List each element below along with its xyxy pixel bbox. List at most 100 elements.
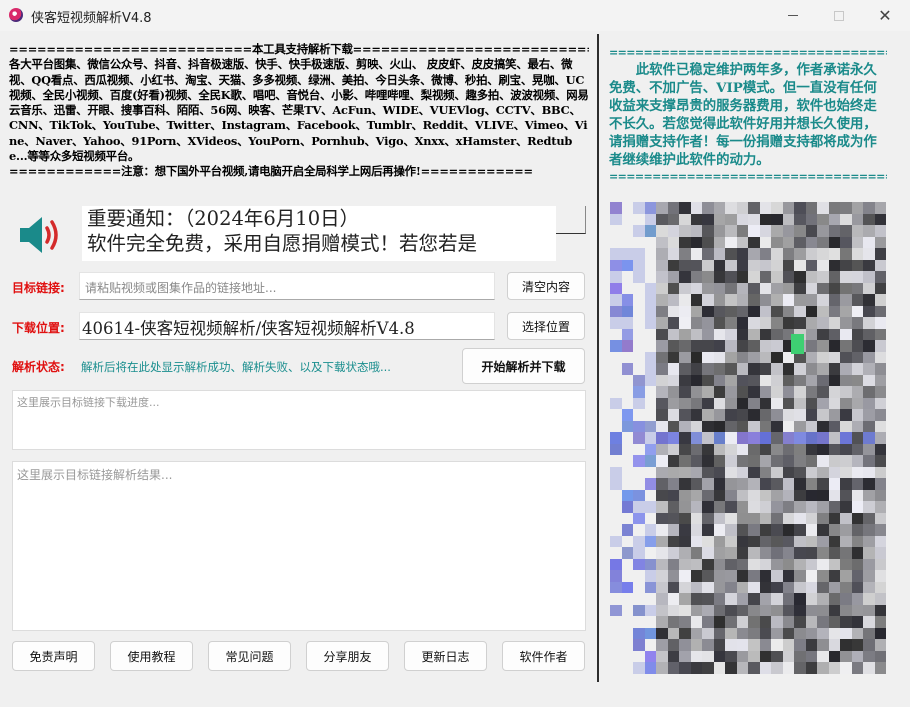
qr-pixel	[736, 535, 749, 548]
target-link-input[interactable]: 请粘贴视频或图集作品的链接地址...	[79, 272, 495, 300]
qr-pixel	[656, 294, 668, 306]
disclaimer-button[interactable]: 免责声明	[12, 641, 95, 671]
qr-pixel	[736, 478, 749, 490]
qr-pixel	[748, 593, 760, 605]
qr-pixel	[679, 409, 691, 421]
qr-pixel	[610, 317, 622, 329]
qr-pixel	[748, 650, 760, 663]
qr-pixel	[794, 478, 806, 490]
qr-pixel	[679, 627, 691, 640]
qr-pixel	[817, 294, 829, 306]
qr-pixel	[828, 351, 841, 364]
qr-pixel	[690, 466, 703, 479]
changelog-button[interactable]: 更新日志	[404, 641, 487, 671]
qr-pixel	[667, 386, 680, 398]
qr-pixel	[690, 259, 703, 272]
choose-location-button[interactable]: 选择位置	[507, 312, 585, 340]
qr-pixel	[805, 202, 818, 214]
qr-pixel	[771, 282, 783, 295]
qr-pixel	[610, 282, 622, 295]
qr-pixel	[805, 340, 818, 352]
qr-pixel	[782, 466, 795, 479]
qr-pixel	[736, 397, 749, 410]
qr-pixel	[805, 282, 818, 295]
qr-pixel	[736, 282, 749, 295]
qr-pixel	[621, 547, 634, 559]
qr-pixel	[644, 374, 657, 387]
qr-pixel	[736, 650, 749, 663]
qr-pixel	[633, 581, 645, 594]
download-progress-box[interactable]: 这里展示目标链接下载进度...	[12, 390, 586, 450]
faq-button[interactable]: 常见问题	[208, 641, 291, 671]
qr-pixel	[874, 639, 886, 651]
qr-pixel	[725, 547, 737, 559]
qr-pixel	[725, 501, 737, 513]
qr-pixel	[874, 455, 886, 467]
qr-pixel	[782, 604, 795, 617]
qr-pixel	[644, 271, 657, 283]
close-button[interactable]: ✕	[862, 0, 908, 31]
qr-pixel	[748, 455, 760, 467]
qr-pixel	[782, 581, 795, 594]
start-parse-download-button[interactable]: 开始解析并下载	[462, 348, 585, 384]
qr-pixel	[794, 650, 806, 663]
qr-pixel	[782, 489, 795, 502]
tutorial-button[interactable]: 使用教程	[110, 641, 193, 671]
qr-pixel	[874, 489, 886, 502]
qr-pixel	[633, 489, 645, 502]
clear-content-button[interactable]: 清空内容	[507, 272, 585, 300]
qr-pixel	[690, 305, 703, 318]
qr-pixel	[736, 432, 749, 444]
download-location-field[interactable]: 40614-侠客短视频解析/侠客短视频解析V4.8	[79, 312, 495, 340]
qr-pixel	[667, 351, 680, 364]
qr-pixel	[771, 455, 783, 467]
qr-pixel	[863, 558, 875, 571]
qr-pixel	[771, 558, 783, 571]
qr-pixel	[713, 604, 726, 617]
qr-pixel	[828, 662, 841, 674]
qr-pixel	[736, 340, 749, 352]
qr-pixel	[633, 259, 645, 272]
qr-pixel	[794, 271, 806, 283]
qr-pixel	[863, 386, 875, 398]
qr-pixel	[713, 236, 726, 249]
minimize-button[interactable]	[770, 0, 816, 31]
qr-pixel	[667, 443, 680, 456]
qr-pixel	[817, 374, 829, 387]
qr-pixel	[702, 524, 714, 536]
qr-pixel	[817, 420, 829, 433]
qr-pixel	[805, 420, 818, 433]
qr-pixel	[667, 432, 680, 444]
qr-pixel	[610, 489, 622, 502]
qr-pixel	[725, 374, 737, 387]
qr-pixel	[736, 363, 749, 375]
qr-pixel	[817, 478, 829, 490]
qr-pixel	[805, 616, 818, 628]
qr-pixel	[725, 455, 737, 467]
qr-pixel	[610, 512, 622, 525]
qr-pixel	[863, 662, 875, 674]
qr-pixel	[633, 374, 645, 387]
qr-pixel	[782, 570, 795, 582]
qr-pixel	[656, 340, 668, 352]
qr-pixel	[621, 489, 634, 502]
parse-result-box[interactable]: 这里展示目标链接解析结果...	[12, 461, 586, 631]
qr-pixel	[702, 351, 714, 364]
software-author-button[interactable]: 软件作者	[502, 641, 585, 671]
qr-pixel	[828, 225, 841, 237]
qr-pixel	[771, 524, 783, 536]
qr-pixel	[794, 202, 806, 214]
qr-pixel	[863, 420, 875, 433]
qr-pixel	[610, 432, 622, 444]
qr-pixel	[794, 524, 806, 536]
maximize-button[interactable]	[816, 0, 862, 31]
qr-pixel	[851, 570, 864, 582]
share-friends-button[interactable]: 分享朋友	[306, 641, 389, 671]
qr-pixel	[782, 616, 795, 628]
qr-pixel	[702, 581, 714, 594]
qr-pixel	[702, 501, 714, 513]
close-icon: ✕	[878, 6, 892, 25]
qr-pixel	[725, 420, 737, 433]
qr-pixel	[667, 213, 680, 226]
qr-pixel	[782, 547, 795, 559]
